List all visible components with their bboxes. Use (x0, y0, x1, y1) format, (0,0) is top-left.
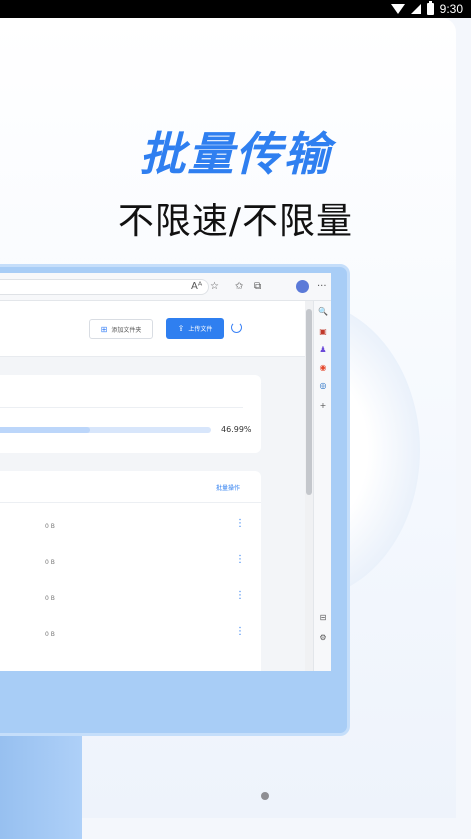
list-item: 0 B ⋮ (0, 581, 261, 617)
progress-percent: 46.99% (221, 425, 252, 434)
add-folder-button: ⊞ 添加文件夹 (89, 319, 153, 339)
progress-bar (0, 427, 211, 433)
more-vertical-icon: ⋮ (235, 554, 245, 565)
search-icon: 🔍 (318, 307, 328, 316)
file-list: 批量操作 0 B ⋮ 0 B ⋮ 0 B ⋮ 0 B ⋮ (0, 471, 261, 671)
browser-sidebar: 🔍 ▣ ♟ ◉ ◎ + ⊟ ⚙ (313, 301, 331, 671)
scroll-thumb (306, 309, 312, 495)
progress-card: 46.99% (0, 375, 261, 453)
list-item: 0 B ⋮ (0, 617, 261, 653)
monitor-chin (0, 671, 347, 733)
list-header: 批量操作 (0, 471, 261, 503)
office-icon: ◉ (319, 363, 327, 372)
batch-operation-link: 批量操作 (216, 485, 241, 492)
settings-icon: ⚙ (319, 633, 327, 642)
list-item: 0 B ⋮ (0, 509, 261, 545)
upload-file-button: ⇪ 上传文件 (166, 318, 224, 339)
outlook-icon: ◎ (319, 381, 327, 390)
page-header: ⊞ 添加文件夹 ⇪ 上传文件 (0, 301, 305, 357)
favorite-add-icon: ☆ (210, 281, 219, 292)
file-size: 0 B (45, 559, 55, 566)
folder-plus-icon: ⊞ (100, 324, 108, 334)
list-item: 0 B ⋮ (0, 545, 261, 581)
pager-dot[interactable] (261, 792, 269, 800)
more-icon: ··· (317, 281, 327, 292)
split-screen-icon: ⊟ (319, 613, 327, 622)
add-folder-label: 添加文件夹 (111, 326, 142, 334)
monitor-stand (0, 736, 82, 839)
monitor-illustration: Aᴬ ☆ ✩ ⧉ ··· ⊞ 添加文件夹 ⇪ 上传文件 46.99% 批量操作 … (0, 264, 350, 736)
monitor-screen: Aᴬ ☆ ✩ ⧉ ··· ⊞ 添加文件夹 ⇪ 上传文件 46.99% 批量操作 … (0, 273, 331, 671)
read-aloud-icon: Aᴬ (191, 281, 203, 292)
divider (0, 407, 243, 408)
wifi-icon (390, 4, 405, 14)
browser-toolbar: Aᴬ ☆ ✩ ⧉ ··· (0, 273, 331, 301)
more-vertical-icon: ⋮ (235, 626, 245, 637)
more-vertical-icon: ⋮ (235, 518, 245, 529)
file-size: 0 B (45, 595, 55, 602)
collections-icon: ⧉ (254, 281, 262, 292)
signal-icon (410, 4, 421, 14)
status-time: 9:30 (439, 2, 463, 16)
toolbox-icon: ▣ (319, 327, 327, 336)
games-icon: ♟ (319, 345, 327, 354)
page-scrollbar (305, 301, 313, 671)
upload-icon: ⇪ (177, 324, 185, 333)
address-bar (0, 279, 209, 295)
subheadline: 不限速/不限量 (117, 201, 354, 242)
more-vertical-icon: ⋮ (235, 590, 245, 601)
refresh-icon (231, 322, 242, 333)
add-icon: + (319, 401, 327, 410)
battery-icon (426, 1, 434, 15)
favorites-icon: ✩ (235, 281, 244, 292)
profile-avatar (296, 280, 309, 293)
progress-fill (0, 427, 91, 433)
status-bar: 9:30 (0, 0, 471, 18)
file-transfer-page: ⊞ 添加文件夹 ⇪ 上传文件 46.99% 批量操作 0 B ⋮ 0 B ⋮ 0… (0, 301, 305, 671)
upload-label: 上传文件 (188, 326, 213, 333)
headline: 批量传输 (139, 127, 332, 181)
file-size: 0 B (45, 523, 55, 530)
file-size: 0 B (45, 631, 55, 638)
